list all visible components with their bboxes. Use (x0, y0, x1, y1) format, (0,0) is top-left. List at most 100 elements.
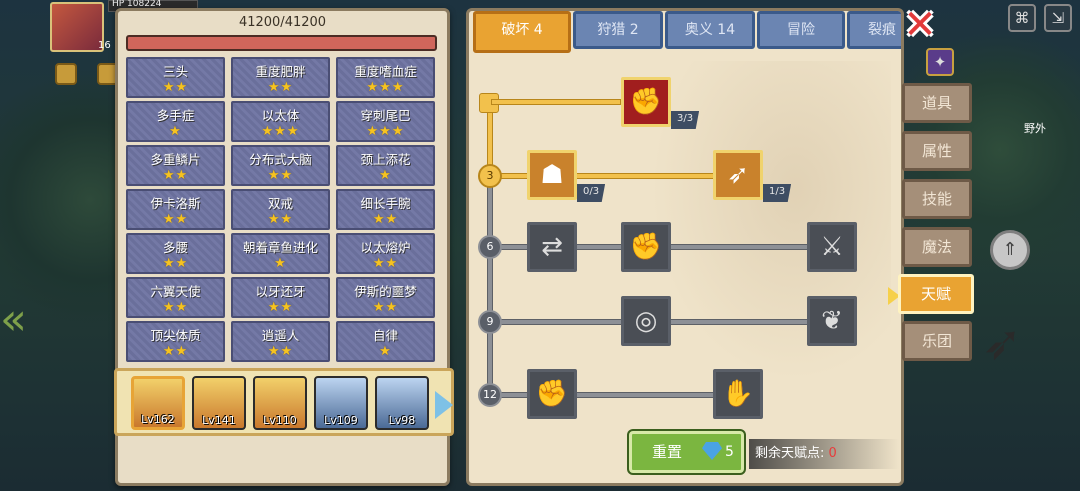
exit-icon[interactable]: ⇲ (1044, 4, 1072, 32)
star-rune-icon[interactable]: ✦ (926, 48, 954, 76)
talent-panel: 破坏 4 狩猎 2 奥义 14 冒险 裂痕 3 6 9 12 ✊ 3/3 ☗ 0… (466, 8, 904, 486)
trait-stars: ★★ (162, 300, 189, 315)
menu-band[interactable]: 乐团 (902, 321, 972, 361)
hero-portrait[interactable]: Lv162 (131, 376, 185, 430)
trait-name: 细长手腕 (360, 196, 411, 211)
trait-name: 多腰 (162, 240, 188, 255)
hero-portrait[interactable]: Lv141 (192, 376, 246, 430)
trait-card[interactable]: 以太体 ★★★ (231, 101, 330, 142)
trait-name: 逍遥人 (261, 328, 300, 343)
talent-bat-wings-icon[interactable]: ❦ (807, 296, 857, 346)
tab-mystery[interactable]: 奥义 14 (665, 11, 755, 49)
talent-muscle-body-icon[interactable]: ☗ (527, 150, 577, 200)
talent-spear-icon[interactable]: ⚔ (807, 222, 857, 272)
trait-stars: ★★ (162, 168, 189, 183)
next-page-arrow-icon[interactable] (435, 391, 453, 419)
hero-level: Lv109 (324, 414, 358, 427)
trait-card[interactable]: 朝着章鱼进化 ★ (231, 233, 330, 274)
reset-cost: 5 (725, 444, 734, 460)
compass-icon[interactable]: ⇑ (990, 230, 1030, 270)
trait-card[interactable]: 逍遥人 ★★ (231, 321, 330, 362)
bow-weapon-icon[interactable]: ➶ (982, 318, 1022, 368)
map-area-label: 野外 (1024, 122, 1046, 135)
trait-name: 以太体 (261, 108, 300, 123)
trait-stars: ★★ (162, 212, 189, 227)
hex-token-icon[interactable] (55, 63, 77, 85)
trait-card[interactable]: 伊斯的噩梦 ★★ (336, 277, 435, 318)
tab-destruction[interactable]: 破坏 4 (473, 11, 571, 53)
menu-attributes[interactable]: 属性 (902, 131, 972, 171)
track-row-1 (491, 99, 621, 105)
trait-card[interactable]: 多手症 ★ (126, 101, 225, 142)
talent-arm-wrestle-icon[interactable]: ✊ (621, 77, 671, 127)
trait-stars: ★★ (267, 344, 294, 359)
menu-skills[interactable]: 技能 (902, 179, 972, 219)
trait-name: 六翼天使 (150, 284, 201, 299)
trait-name: 多重鳞片 (150, 152, 201, 167)
tab-rift[interactable]: 裂痕 (847, 11, 901, 49)
hero-portrait[interactable]: Lv109 (314, 376, 368, 430)
hp-value: 41200/41200 (238, 15, 327, 30)
trait-name: 伊斯的噩梦 (354, 284, 417, 299)
trait-name: 重度嗜血症 (354, 64, 417, 79)
trait-card[interactable]: 多重鳞片 ★★ (126, 145, 225, 186)
remaining-points-value: 0 (828, 446, 837, 461)
trait-stars: ★★ (267, 300, 294, 315)
trait-card[interactable]: 六翼天使 ★★ (126, 277, 225, 318)
trait-card[interactable]: 穿刺尾巴 ★★★ (336, 101, 435, 142)
trait-grid: 三头 ★★ 重度肥胖 ★★ 重度嗜血症 ★★★ 多手症 ★ 以太体 ★★★ 穿刺尾巴 ★★★ 多重鳞片 ★… (126, 57, 441, 371)
talent-fist-punch-icon[interactable]: ✊ (621, 222, 671, 272)
trait-card[interactable]: 多腰 ★★ (126, 233, 225, 274)
trait-card[interactable]: 细长手腕 ★★ (336, 189, 435, 230)
talent-swap-icon[interactable]: ⇄ (527, 222, 577, 272)
hp-bar (126, 35, 437, 51)
close-icon[interactable]: ✕ (902, 5, 938, 45)
hero-level: Lv141 (202, 414, 236, 427)
player-avatar[interactable] (50, 2, 104, 52)
reset-button[interactable]: 重置 5 (629, 431, 744, 473)
trait-stars: ★★ (267, 212, 294, 227)
trait-stars: ★ (379, 344, 392, 359)
tab-hunting[interactable]: 狩猎 2 (573, 11, 663, 49)
talent-gauntlet-icon[interactable]: ✋ (713, 369, 763, 419)
trait-name: 双戒 (267, 196, 293, 211)
trait-card[interactable]: 自律 ★ (336, 321, 435, 362)
trait-card[interactable]: 以牙还牙 ★★ (231, 277, 330, 318)
talent-count-arm-wrestle: 3/3 (671, 111, 700, 129)
trait-stars: ★★★ (366, 124, 405, 139)
hero-portrait[interactable]: Lv110 (253, 376, 307, 430)
trait-stars: ★★★ (261, 124, 300, 139)
trait-card[interactable]: 三头 ★★ (126, 57, 225, 98)
talent-ripple-icon[interactable]: ◎ (621, 296, 671, 346)
menu-items[interactable]: 道具 (902, 83, 972, 123)
trait-stars: ★★ (372, 300, 399, 315)
trait-card[interactable]: 分布式大脑 ★★ (231, 145, 330, 186)
trait-stars: ★★ (267, 80, 294, 95)
trait-name: 重度肥胖 (255, 64, 306, 79)
trait-card[interactable]: 顶尖体质 ★★ (126, 321, 225, 362)
menu-talents[interactable]: 天赋 (898, 274, 974, 314)
row-label-3: 3 (478, 164, 502, 188)
network-icon[interactable]: ⌘ (1008, 4, 1036, 32)
remaining-points-label: 剩余天赋点: (755, 446, 825, 461)
trait-card[interactable]: 以太熔炉 ★★ (336, 233, 435, 274)
trait-card[interactable]: 颈上添花 ★ (336, 145, 435, 186)
menu-magic[interactable]: 魔法 (902, 227, 972, 267)
trait-card[interactable]: 重度肥胖 ★★ (231, 57, 330, 98)
trait-card[interactable]: 双戒 ★★ (231, 189, 330, 230)
trait-card[interactable]: 伊卡洛斯 ★★ (126, 189, 225, 230)
left-nav-arrow-icon[interactable]: « (0, 290, 50, 350)
trait-stars: ★ (379, 168, 392, 183)
trait-name: 穿刺尾巴 (360, 108, 411, 123)
talent-arrow-icon[interactable]: ➶ (713, 150, 763, 200)
trait-card[interactable]: 重度嗜血症 ★★★ (336, 57, 435, 98)
trait-name: 朝着章鱼进化 (242, 240, 318, 255)
tree-spine (487, 179, 493, 399)
hero-portrait[interactable]: Lv98 (375, 376, 429, 430)
trait-stars: ★★ (162, 256, 189, 271)
hero-selector: Lv162 Lv141 Lv110 Lv109 Lv98 (114, 368, 454, 436)
hero-level: Lv162 (141, 413, 175, 426)
row-label-6: 6 (478, 235, 502, 259)
talent-raised-fist-icon[interactable]: ✊ (527, 369, 577, 419)
tab-adventure[interactable]: 冒险 (757, 11, 845, 49)
